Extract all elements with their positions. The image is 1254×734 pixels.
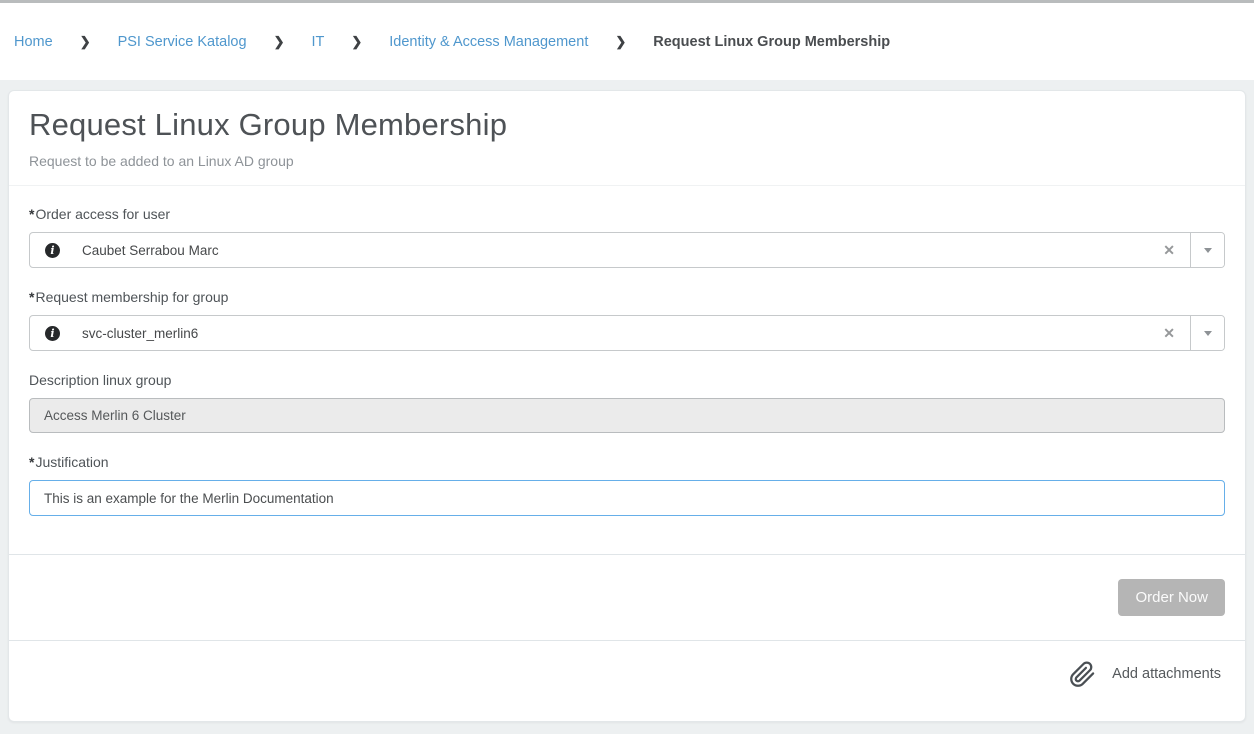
field-order-access-for-user: *Order access for user i Caubet Serrabou…: [29, 206, 1225, 268]
attachments-row: Add attachments: [9, 640, 1245, 721]
catalog-item-card: Request Linux Group Membership Request t…: [8, 90, 1246, 722]
info-icon[interactable]: i: [45, 326, 60, 341]
justification-input[interactable]: [29, 480, 1225, 516]
field-label-text: Order access for user: [35, 206, 170, 222]
breadcrumb-link-identity-access-management[interactable]: Identity & Access Management: [389, 34, 588, 50]
page-title: Request Linux Group Membership: [29, 107, 1225, 143]
info-icon[interactable]: i: [45, 243, 60, 258]
group-reference-select[interactable]: i svc-cluster_merlin6 ✕: [29, 315, 1225, 351]
required-marker: *: [29, 206, 34, 222]
order-now-button[interactable]: Order Now: [1118, 579, 1225, 616]
field-label-text: Request membership for group: [35, 289, 228, 305]
page-subtitle: Request to be added to an Linux AD group: [29, 153, 1225, 169]
breadcrumb-link-psi-service-katalog[interactable]: PSI Service Katalog: [118, 34, 247, 50]
field-label: *Request membership for group: [29, 289, 1225, 305]
paperclip-icon[interactable]: [1069, 661, 1096, 688]
chevron-right-icon: ❯: [80, 34, 91, 50]
field-label: Description linux group: [29, 372, 1225, 388]
selected-group-value: svc-cluster_merlin6: [82, 326, 1148, 341]
chevron-right-icon: ❯: [274, 34, 285, 50]
chevron-down-icon: [1204, 248, 1212, 253]
chevron-right-icon: ❯: [615, 34, 626, 50]
field-label-text: Description linux group: [29, 372, 171, 388]
chevron-right-icon: ❯: [351, 34, 362, 50]
group-dropdown-button[interactable]: [1191, 316, 1224, 350]
request-form: *Order access for user i Caubet Serrabou…: [9, 186, 1245, 516]
order-action-row: Order Now: [9, 554, 1245, 640]
card-header: Request Linux Group Membership Request t…: [9, 91, 1245, 186]
breadcrumb-trail: Home ❯ PSI Service Katalog ❯ IT ❯ Identi…: [14, 34, 890, 50]
required-marker: *: [29, 454, 34, 470]
chevron-down-icon: [1204, 331, 1212, 336]
page-content: Request Linux Group Membership Request t…: [0, 80, 1254, 734]
required-marker: *: [29, 289, 34, 305]
selected-user-value: Caubet Serrabou Marc: [82, 243, 1148, 258]
field-label: *Justification: [29, 454, 1225, 470]
clear-icon[interactable]: ✕: [1148, 325, 1190, 342]
field-request-membership-for-group: *Request membership for group i svc-clus…: [29, 289, 1225, 351]
user-dropdown-button[interactable]: [1191, 233, 1224, 267]
breadcrumb: Home ❯ PSI Service Katalog ❯ IT ❯ Identi…: [0, 3, 1254, 80]
field-label-text: Justification: [35, 454, 108, 470]
breadcrumb-link-home[interactable]: Home: [14, 34, 53, 50]
user-reference-select[interactable]: i Caubet Serrabou Marc ✕: [29, 232, 1225, 268]
breadcrumb-link-it[interactable]: IT: [311, 34, 324, 50]
add-attachments-link[interactable]: Add attachments: [1112, 666, 1221, 682]
field-justification: *Justification: [29, 454, 1225, 516]
description-linux-group-input: [29, 398, 1225, 433]
clear-icon[interactable]: ✕: [1148, 242, 1190, 259]
field-label: *Order access for user: [29, 206, 1225, 222]
field-description-linux-group: Description linux group: [29, 372, 1225, 433]
breadcrumb-current-page: Request Linux Group Membership: [653, 34, 890, 50]
